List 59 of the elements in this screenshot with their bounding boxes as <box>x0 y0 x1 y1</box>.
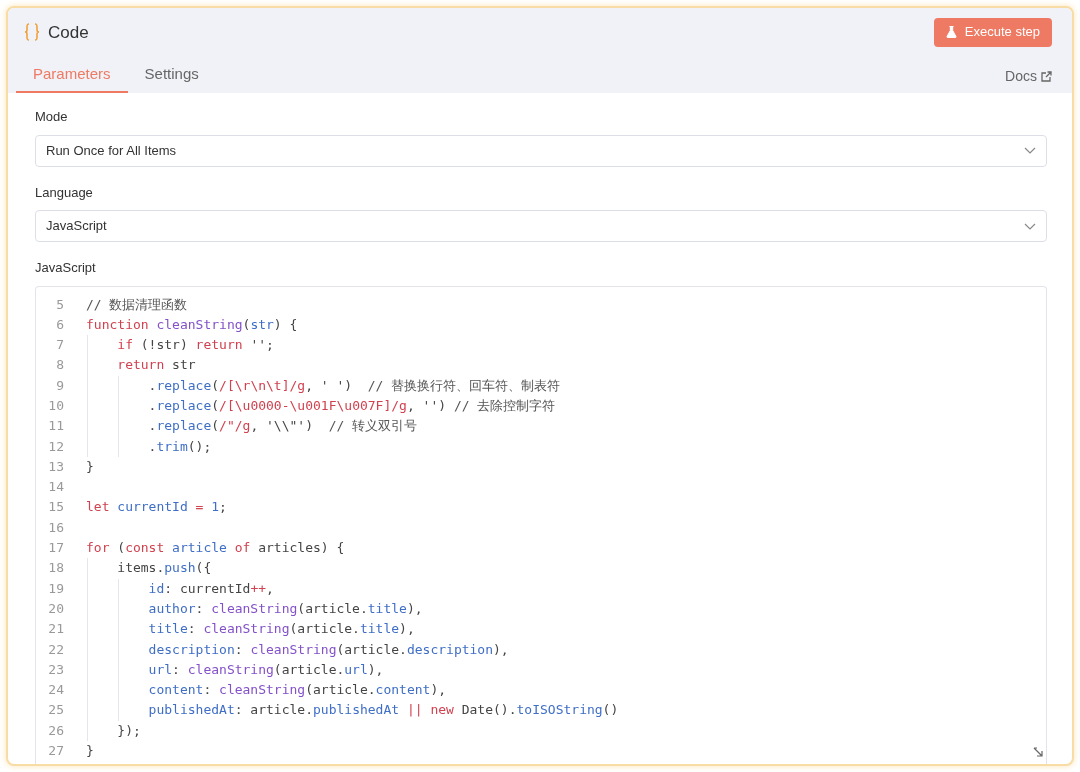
code-line: content: cleanString(article.content), <box>86 680 447 701</box>
chevron-down-icon <box>1024 147 1036 154</box>
editor-label: JavaScript <box>35 259 97 277</box>
docs-link[interactable]: Docs <box>1005 66 1052 93</box>
line-number: 7 <box>55 336 64 355</box>
select-field[interactable]: Run Once for All Items <box>35 134 1047 167</box>
node-title: Code <box>48 21 89 44</box>
code-line: } <box>86 742 94 761</box>
code-line: author: cleanString(article.title), <box>86 598 423 620</box>
code-line: for (const article of articles) { <box>86 539 345 558</box>
code-line: // 数据清理函数 <box>86 295 188 314</box>
code-line: publishedAt: article.publishedAt || new Date().toISOString() <box>86 700 619 721</box>
line-number: 9 <box>55 376 64 395</box>
code-line: .replace(/"/g, '\\"') // 转义双引号 <box>86 416 418 437</box>
line-number: 5 <box>55 295 64 314</box>
code-line: let currentId = 1; <box>86 498 227 517</box>
line-number: 23 <box>47 660 64 679</box>
field-label: Language <box>35 183 94 202</box>
resize-handle-icon[interactable] <box>1032 746 1044 758</box>
line-number: 25 <box>47 701 64 720</box>
code-line: if (!str) return ''; <box>86 335 274 356</box>
code-line: return str <box>86 355 196 376</box>
code-line: .replace(/[\r\n\t]/g, ' ') // 替换换行符、回车符、制表符 <box>86 375 561 396</box>
line-number: 15 <box>47 498 64 517</box>
line-number: 19 <box>47 579 64 598</box>
line-number: 20 <box>47 599 64 618</box>
execute-step-button[interactable]: Execute step <box>933 18 1052 47</box>
flask-icon <box>945 25 957 38</box>
line-number: 13 <box>47 457 64 476</box>
code-line: title: cleanString(article.title), <box>86 619 415 640</box>
line-number: 12 <box>47 437 64 456</box>
line-number: 6 <box>55 315 64 334</box>
line-number: 11 <box>47 417 64 436</box>
chevron-down-icon <box>1024 222 1036 230</box>
line-number: 21 <box>47 620 64 639</box>
code-line: url: cleanString(article.url), <box>86 659 384 681</box>
select-field[interactable]: JavaScript <box>35 210 1047 242</box>
code-line: .trim(); <box>86 436 212 457</box>
code-line: }); <box>86 720 141 742</box>
code-line: function cleanString(str) { <box>86 315 298 334</box>
line-number: 22 <box>47 640 64 659</box>
line-number: 26 <box>47 721 64 740</box>
braces-icon <box>24 23 40 42</box>
line-number: 10 <box>47 397 64 415</box>
line-number: 24 <box>47 681 64 700</box>
field-label: Mode <box>35 108 69 126</box>
code-line: description: cleanString(article.description), <box>86 639 509 660</box>
code-line: .replace(/[\u0000-\u001F\u007F]/g, '') // 去除控制字符 <box>86 396 556 417</box>
line-number: 14 <box>47 478 64 497</box>
code-line: id: currentId++, <box>86 578 274 599</box>
line-number: 8 <box>55 356 64 375</box>
external-link-icon <box>1041 71 1052 82</box>
line-number: 27 <box>47 742 64 761</box>
code-line: items.push({ <box>86 558 212 579</box>
tab[interactable]: Settings <box>127 54 216 93</box>
line-number: 16 <box>47 518 64 537</box>
line-number: 18 <box>47 559 64 578</box>
line-number: 17 <box>47 539 64 558</box>
code-line: } <box>86 457 94 476</box>
